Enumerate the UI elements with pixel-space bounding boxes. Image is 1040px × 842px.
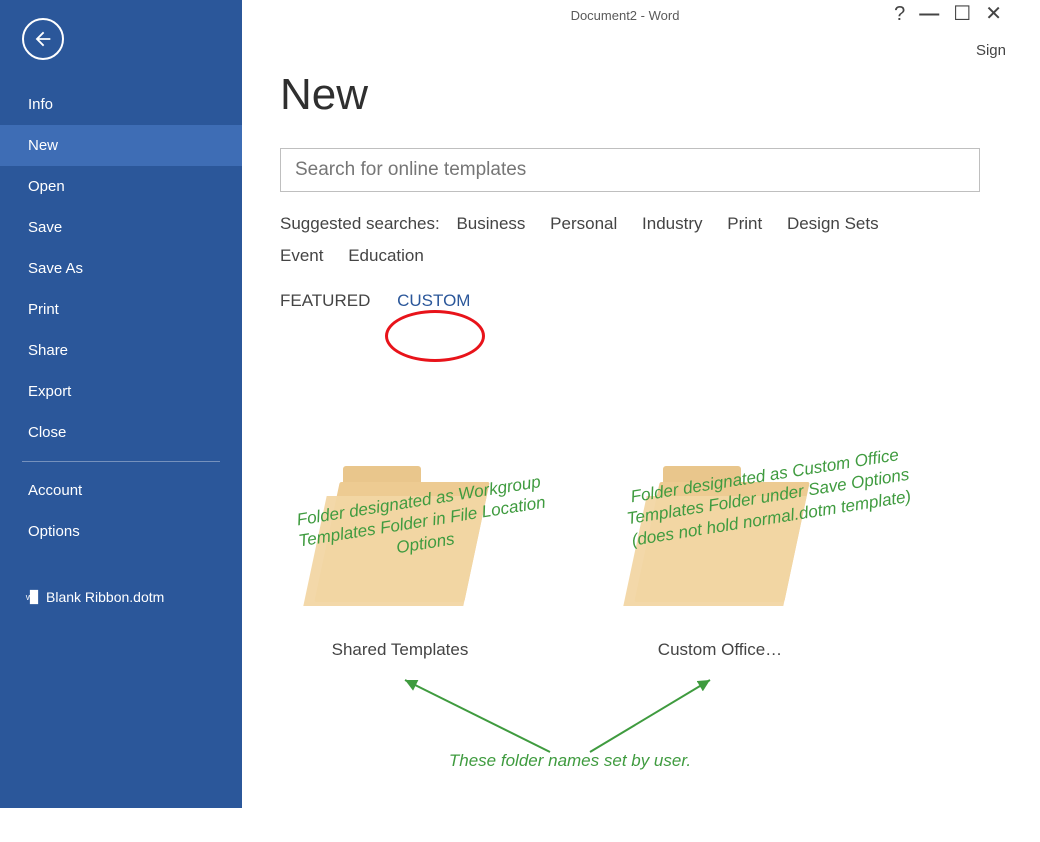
sidebar-item-new[interactable]: New (0, 125, 242, 166)
sidebar-item-share[interactable]: Share (0, 330, 242, 371)
folder-icon (635, 460, 805, 610)
tile-label: Shared Templates (300, 640, 500, 660)
suggested-education[interactable]: Education (348, 246, 424, 265)
folder-icon (315, 460, 485, 610)
word-doc-icon: W (22, 588, 40, 606)
suggested-business[interactable]: Business (456, 214, 525, 233)
suggested-label: Suggested searches: (280, 214, 440, 233)
sidebar-item-close[interactable]: Close (0, 412, 242, 453)
sidebar-item-print[interactable]: Print (0, 289, 242, 330)
sidebar-item-options[interactable]: Options (0, 511, 242, 552)
suggested-event[interactable]: Event (280, 246, 323, 265)
page-title: New (280, 70, 986, 120)
svg-text:W: W (26, 593, 34, 602)
tab-featured[interactable]: FEATURED (280, 291, 370, 310)
main-content: New Search for online templates Suggeste… (242, 0, 1008, 808)
suggested-print[interactable]: Print (727, 214, 762, 233)
suggested-industry[interactable]: Industry (642, 214, 702, 233)
sidebar-item-save-as[interactable]: Save As (0, 248, 242, 289)
arrow-left-icon (32, 28, 54, 50)
tile-custom-office[interactable]: Custom Office… (620, 460, 820, 660)
search-placeholder: Search for online templates (295, 159, 526, 181)
sidebar-item-info[interactable]: Info (0, 84, 242, 125)
tab-custom[interactable]: CUSTOM (397, 291, 470, 310)
sidebar-divider (22, 461, 220, 462)
template-search-input[interactable]: Search for online templates (280, 148, 980, 192)
template-tabs: FEATURED CUSTOM (280, 291, 986, 311)
sidebar-item-account[interactable]: Account (0, 470, 242, 511)
backstage-sidebar: Info New Open Save Save As Print Share E… (0, 0, 242, 808)
sidebar-item-open[interactable]: Open (0, 166, 242, 207)
tile-shared-templates[interactable]: Shared Templates (300, 460, 500, 660)
recent-file[interactable]: W Blank Ribbon.dotm (0, 580, 242, 614)
sidebar-item-save[interactable]: Save (0, 207, 242, 248)
suggested-searches: Suggested searches: Business Personal In… (280, 208, 980, 273)
back-button[interactable] (22, 18, 64, 60)
tile-label: Custom Office… (620, 640, 820, 660)
recent-file-label: Blank Ribbon.dotm (46, 589, 164, 605)
suggested-personal[interactable]: Personal (550, 214, 617, 233)
suggested-design-sets[interactable]: Design Sets (787, 214, 879, 233)
sidebar-item-export[interactable]: Export (0, 371, 242, 412)
